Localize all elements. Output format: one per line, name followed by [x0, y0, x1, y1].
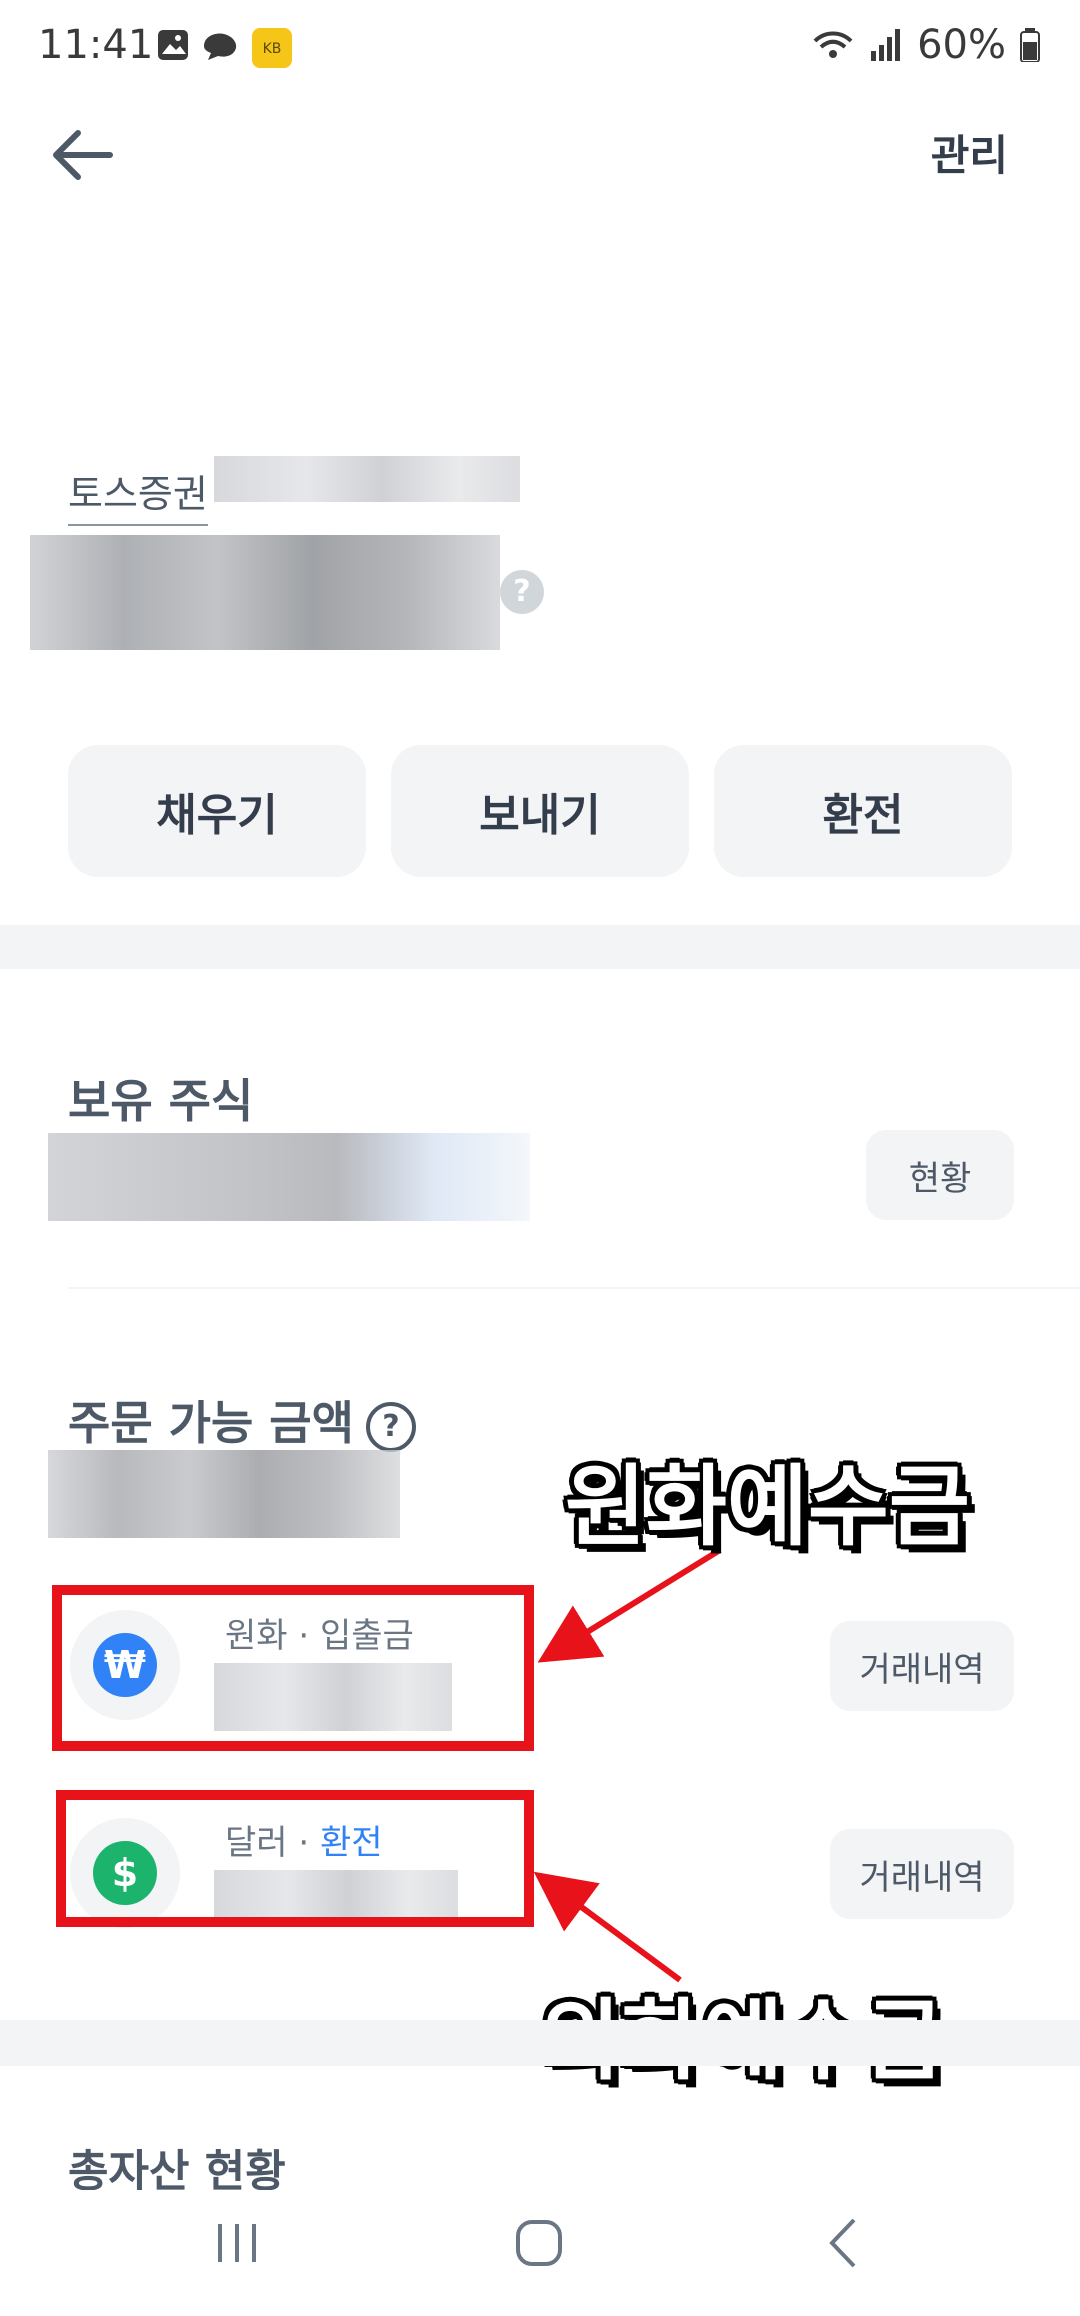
krw-deposit-annotation: 원화예수금 — [565, 1455, 970, 1558]
home-icon[interactable] — [514, 2218, 564, 2268]
recent-apps-icon[interactable] — [214, 2220, 260, 2266]
system-back-icon[interactable] — [824, 2216, 864, 2270]
usd-arrow — [533, 1871, 682, 1983]
section-divider-2 — [0, 2020, 1080, 2066]
system-nav-bar — [0, 2190, 1080, 2316]
krw-arrow — [537, 1547, 722, 1663]
annotation-arrows — [533, 1547, 722, 1983]
